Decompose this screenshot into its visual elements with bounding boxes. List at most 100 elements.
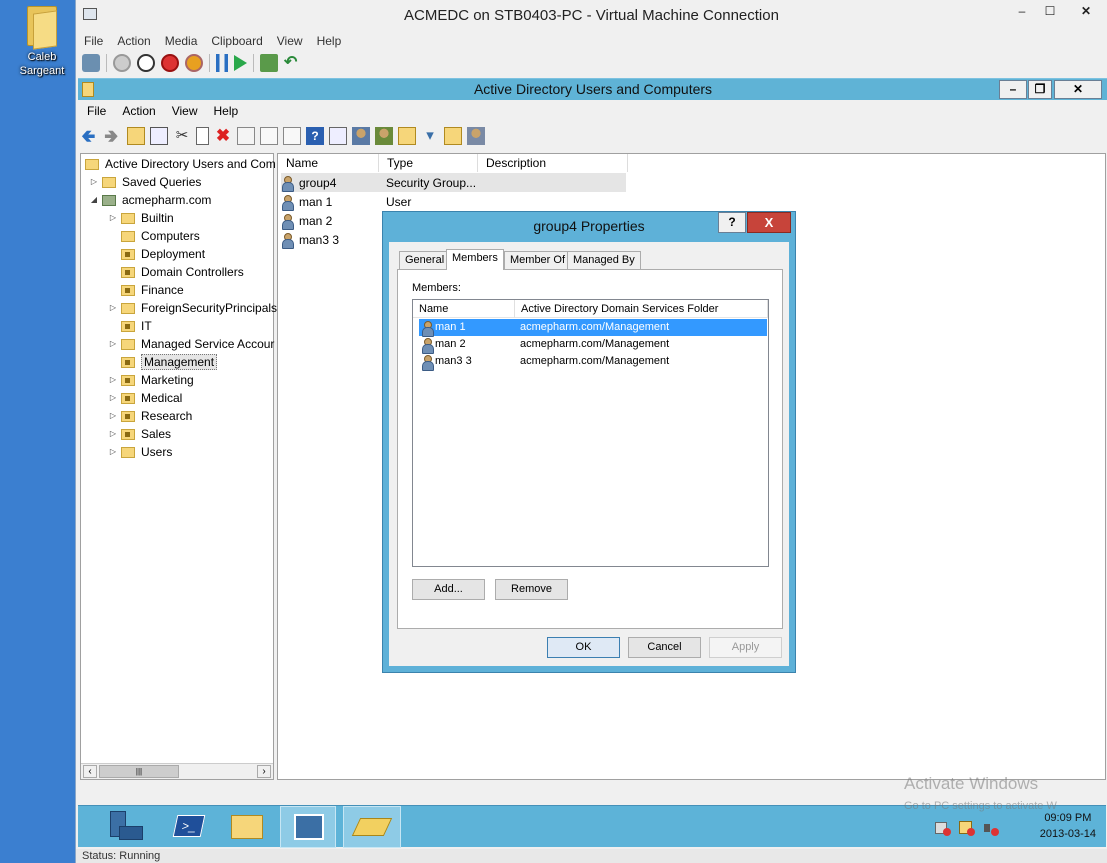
new-user-icon[interactable]: [352, 127, 370, 145]
revert-icon[interactable]: ↶: [284, 54, 302, 72]
vm-menu-help[interactable]: Help: [317, 32, 342, 50]
close-button[interactable]: ✕: [1064, 0, 1107, 22]
aduc-menu-action[interactable]: Action: [122, 104, 155, 118]
aduc-taskbar-button[interactable]: [343, 806, 401, 848]
list-item[interactable]: group4 Security Group...: [281, 173, 626, 192]
remove-member-button[interactable]: Remove: [495, 579, 568, 600]
tree-item[interactable]: ▷ Builtin: [108, 209, 174, 227]
start-icon[interactable]: [113, 54, 131, 72]
delete-icon[interactable]: ✖: [214, 127, 232, 145]
vm-menu-view[interactable]: View: [277, 32, 303, 50]
cut-icon[interactable]: ✂: [173, 127, 191, 145]
member-row[interactable]: man 1 acmepharm.com/Management: [419, 319, 767, 337]
tree-root[interactable]: Active Directory Users and Com: [83, 155, 276, 173]
member-row[interactable]: man3 3 acmepharm.com/Management: [419, 353, 767, 371]
tab-member-of[interactable]: Member Of: [504, 251, 572, 269]
refresh-icon[interactable]: [260, 127, 278, 145]
scroll-left-icon[interactable]: ‹: [83, 765, 97, 778]
vm-menu-media[interactable]: Media: [165, 32, 198, 50]
server-manager-button[interactable]: [105, 806, 161, 848]
list-item[interactable]: man 1 User: [281, 192, 626, 211]
volume-muted-icon[interactable]: [983, 820, 999, 836]
forward-icon[interactable]: 🢂: [104, 127, 122, 145]
expand-icon[interactable]: ▷: [108, 429, 118, 439]
vm-app-button[interactable]: [280, 806, 336, 848]
tree-item[interactable]: Computers: [108, 227, 200, 245]
tree-item[interactable]: ▷ Sales: [108, 425, 171, 443]
member-row[interactable]: man 2 acmepharm.com/Management: [419, 336, 767, 354]
col-name[interactable]: Name: [278, 154, 379, 172]
tree-item[interactable]: Deployment: [108, 245, 205, 263]
new-group-icon[interactable]: [375, 127, 393, 145]
tree-item[interactable]: Finance: [108, 281, 184, 299]
export-list-icon[interactable]: [283, 127, 301, 145]
desktop-folder-shortcut[interactable]: Caleb Sargeant: [14, 2, 70, 78]
col-description[interactable]: Description: [478, 154, 628, 172]
tab-managed-by[interactable]: Managed By: [567, 251, 641, 269]
members-col-name[interactable]: Name: [413, 300, 515, 318]
turn-off-icon[interactable]: [137, 54, 155, 72]
expand-icon[interactable]: ▷: [108, 375, 118, 385]
tree-item[interactable]: Domain Controllers: [108, 263, 244, 281]
aduc-restore-button[interactable]: ❐: [1028, 80, 1052, 99]
resume-icon[interactable]: [234, 55, 247, 71]
add-to-group-icon[interactable]: [467, 127, 485, 145]
network-warning-icon[interactable]: [935, 820, 951, 836]
shutdown-icon[interactable]: [161, 54, 179, 72]
properties-icon[interactable]: [237, 127, 255, 145]
expand-icon[interactable]: ▷: [108, 411, 118, 421]
explorer-button[interactable]: [219, 806, 275, 848]
tree-item[interactable]: ▷ Research: [108, 407, 192, 425]
tree-item[interactable]: ▷ Users: [108, 443, 172, 461]
dialog-close-button[interactable]: X: [747, 212, 791, 233]
aduc-minimize-button[interactable]: –: [999, 80, 1027, 99]
aduc-close-button[interactable]: ✕: [1054, 80, 1102, 99]
tree-item[interactable]: ▷ Managed Service Accour: [108, 335, 274, 353]
tree-domain[interactable]: ◢ acmepharm.com: [89, 191, 211, 209]
expand-icon[interactable]: ▷: [108, 303, 118, 313]
maximize-button[interactable]: ☐: [1036, 0, 1064, 22]
vm-menu-action[interactable]: Action: [117, 32, 150, 50]
checkpoint-icon[interactable]: [260, 54, 278, 72]
vm-menu-clipboard[interactable]: Clipboard: [211, 32, 262, 50]
expand-icon[interactable]: ▷: [108, 393, 118, 403]
find-icon[interactable]: [444, 127, 462, 145]
ok-button[interactable]: OK: [547, 637, 620, 658]
add-member-button[interactable]: Add...: [412, 579, 485, 600]
aduc-menu-file[interactable]: File: [87, 104, 106, 118]
save-state-icon[interactable]: [185, 54, 203, 72]
show-console-tree-icon[interactable]: [150, 127, 168, 145]
up-folder-icon[interactable]: [127, 127, 145, 145]
aduc-menu-view[interactable]: View: [172, 104, 198, 118]
action-pane-icon[interactable]: [329, 127, 347, 145]
expand-icon[interactable]: ▷: [108, 213, 118, 223]
copy-icon[interactable]: [196, 127, 209, 145]
tree-item[interactable]: ▷ Medical: [108, 389, 182, 407]
new-ou-icon[interactable]: [398, 127, 416, 145]
dialog-help-button[interactable]: ?: [718, 212, 746, 233]
vm-menu-file[interactable]: File: [84, 32, 103, 50]
members-col-folder[interactable]: Active Directory Domain Services Folder: [515, 300, 768, 318]
tree-saved-queries[interactable]: ▷ Saved Queries: [89, 173, 201, 191]
back-icon[interactable]: 🢀: [81, 127, 99, 145]
action-center-icon[interactable]: [959, 820, 975, 836]
tree-horizontal-scrollbar[interactable]: ‹ ||| ›: [81, 763, 273, 779]
tree-item[interactable]: ▷ ForeignSecurityPrincipals: [108, 299, 277, 317]
tree-item[interactable]: IT: [108, 317, 152, 335]
tab-members[interactable]: Members: [446, 249, 504, 270]
expand-icon[interactable]: ▷: [89, 177, 99, 187]
col-type[interactable]: Type: [379, 154, 478, 172]
powershell-button[interactable]: >_: [162, 806, 218, 848]
tree-item[interactable]: ▷ Marketing: [108, 371, 194, 389]
minimize-button[interactable]: –: [1008, 0, 1036, 22]
tab-general[interactable]: General: [399, 251, 451, 269]
collapse-icon[interactable]: ◢: [89, 195, 99, 205]
ctrl-alt-del-icon[interactable]: [82, 54, 100, 72]
cancel-button[interactable]: Cancel: [628, 637, 701, 658]
aduc-menu-help[interactable]: Help: [214, 104, 239, 118]
tree-item[interactable]: Management: [108, 353, 218, 371]
filter-icon[interactable]: ▾: [421, 127, 439, 145]
pause-icon[interactable]: [216, 54, 228, 72]
scroll-right-icon[interactable]: ›: [257, 765, 271, 778]
apply-button[interactable]: Apply: [709, 637, 782, 658]
